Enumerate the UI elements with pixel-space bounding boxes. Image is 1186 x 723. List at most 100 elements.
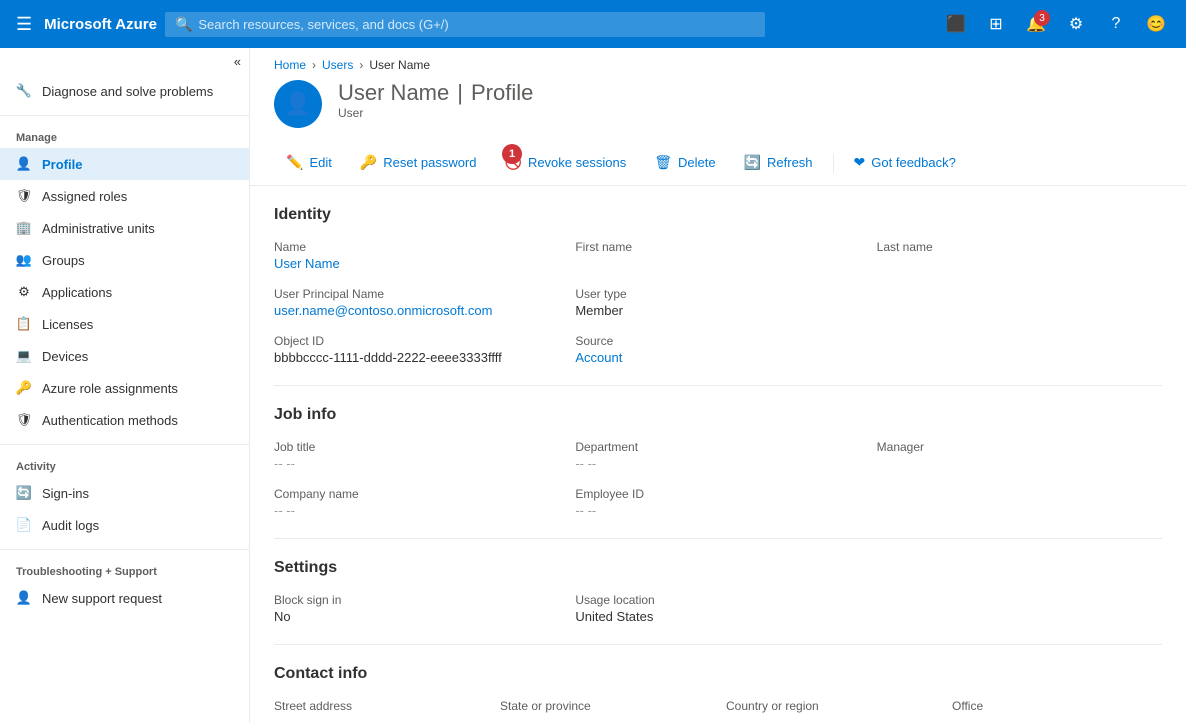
street-label: Street address [274,699,484,713]
usage-location-value: United States [575,609,860,624]
reset-password-button[interactable]: 🔑 Reset password [348,148,489,177]
job-info-section: Job info Job title -- -- Department -- -… [274,386,1162,539]
breadcrumb-sep-2: › [359,58,363,72]
page-title: User Name | Profile [338,80,533,106]
job-title-value: -- -- [274,456,559,471]
sidebar-item-devices[interactable]: 💻 Devices [0,340,249,372]
notifications-icon[interactable]: 🔔 3 [1018,6,1054,42]
field-source: Source Account [575,334,860,365]
user-type-label: User type [575,287,860,301]
employee-id-label: Employee ID [575,487,860,501]
page-title-separator: | [457,80,463,106]
topbar: ☰ Microsoft Azure 🔍 ⬛ ⊞ 🔔 3 ⚙ ? 😊 [0,0,1186,48]
field-office: Office -- -- [952,699,1162,723]
diagnose-icon: 🔧 [16,83,32,99]
department-label: Department [575,440,860,454]
toolbar: 1 ✏️ Edit 🔑 Reset password 🚫 Revoke sess… [250,140,1186,186]
field-state: State or province -- -- [500,699,710,723]
source-label: Source [575,334,860,348]
sidebar-item-signins[interactable]: 🔄 Sign-ins [0,477,249,509]
search-input[interactable] [198,17,755,32]
field-company: Company name -- -- [274,487,559,518]
main-content: Home › Users › User Name 👤 User Name | P… [250,48,1186,723]
signins-icon: 🔄 [16,485,32,501]
upn-value[interactable]: user.name@contoso.onmicrosoft.com [274,303,559,318]
field-block-signin: Block sign in No [274,593,559,624]
topbar-actions: ⬛ ⊞ 🔔 3 ⚙ ? 😊 [938,6,1174,42]
field-manager: Manager [877,440,1162,471]
sidebar-item-applications[interactable]: ⚙ Applications [0,276,249,308]
user-avatar: 👤 [274,80,322,128]
country-value: -- -- [726,715,936,723]
settings-icon[interactable]: ⚙ [1058,6,1094,42]
sidebar-item-azure-roles[interactable]: 🔑 Azure role assignments [0,372,249,404]
sidebar-item-groups[interactable]: 👥 Groups [0,244,249,276]
job-title-label: Job title [274,440,559,454]
refresh-button[interactable]: 🔄 Refresh [732,148,825,177]
delete-button[interactable]: 🗑 Delete [642,148,727,177]
breadcrumb-home[interactable]: Home [274,58,306,72]
field-employee-id: Employee ID -- -- [575,487,860,518]
support-icon: 👤 [16,590,32,606]
search-bar[interactable]: 🔍 [165,12,765,37]
feedback-button[interactable]: ❤ Got feedback? [842,148,968,177]
settings-title: Settings [274,559,1162,577]
cloud-shell-icon[interactable]: ⬛ [938,6,974,42]
account-icon[interactable]: 😊 [1138,6,1174,42]
toolbar-separator [833,153,834,173]
breadcrumb-users[interactable]: Users [322,58,353,72]
licenses-icon: 📋 [16,316,32,332]
sidebar-item-support[interactable]: 👤 New support request [0,582,249,614]
search-icon: 🔍 [175,16,192,33]
field-user-type: User type Member [575,287,860,318]
sidebar-item-licenses[interactable]: 📋 Licenses [0,308,249,340]
hamburger-menu[interactable]: ☰ [12,10,36,39]
auth-methods-icon: 🛡 [16,412,32,428]
devices-icon: 💻 [16,348,32,364]
job-info-title: Job info [274,406,1162,424]
block-signin-label: Block sign in [274,593,559,607]
refresh-icon: 🔄 [744,154,761,171]
field-country: Country or region -- -- [726,699,936,723]
edit-icon: ✏️ [286,154,303,171]
delete-icon: 🗑 [654,154,672,171]
sidebar-item-profile[interactable]: 👤 Profile [0,148,249,180]
groups-icon: 👥 [16,252,32,268]
activity-section-label: Activity [0,453,249,477]
sidebar-item-admin-units[interactable]: 🏢 Administrative units [0,212,249,244]
sidebar-item-assigned-roles[interactable]: 🛡 Assigned roles [0,180,249,212]
help-icon[interactable]: ? [1098,6,1134,42]
country-label: Country or region [726,699,936,713]
troubleshooting-section-label: Troubleshooting + Support [0,558,249,582]
job-info-fields: Job title -- -- Department -- -- Manager… [274,440,1162,518]
azure-role-icon: 🔑 [16,380,32,396]
name-label: Name [274,240,559,254]
sidebar-divider-3 [0,549,249,550]
directory-icon[interactable]: ⊞ [978,6,1014,42]
name-value[interactable]: User Name [274,256,559,271]
field-job-title: Job title -- -- [274,440,559,471]
last-name-label: Last name [877,240,1162,254]
sidebar-collapse-btn[interactable]: « [0,48,249,75]
field-name: Name User Name [274,240,559,271]
assigned-roles-icon: 🛡 [16,188,32,204]
street-value: -- -- [274,715,484,723]
sidebar-item-audit-logs[interactable]: 📄 Audit logs [0,509,249,541]
usage-location-label: Usage location [575,593,860,607]
field-spacer-1 [877,287,1162,318]
settings-fields: Block sign in No Usage location United S… [274,593,1162,624]
manage-section-label: Manage [0,124,249,148]
identity-fields: Name User Name First name Last name User… [274,240,1162,365]
azure-logo: Microsoft Azure [44,16,157,33]
profile-content: Identity Name User Name First name Last … [250,186,1186,723]
identity-title: Identity [274,206,1162,224]
edit-button[interactable]: ✏️ Edit [274,148,344,177]
state-value: -- -- [500,715,710,723]
field-street: Street address -- -- [274,699,484,723]
breadcrumb-user-name: User Name [369,58,430,72]
source-value[interactable]: Account [575,350,860,365]
sidebar-item-auth-methods[interactable]: 🛡 Authentication methods [0,404,249,436]
object-id-label: Object ID [274,334,559,348]
sidebar-item-diagnose[interactable]: 🔧 Diagnose and solve problems [0,75,249,107]
state-label: State or province [500,699,710,713]
